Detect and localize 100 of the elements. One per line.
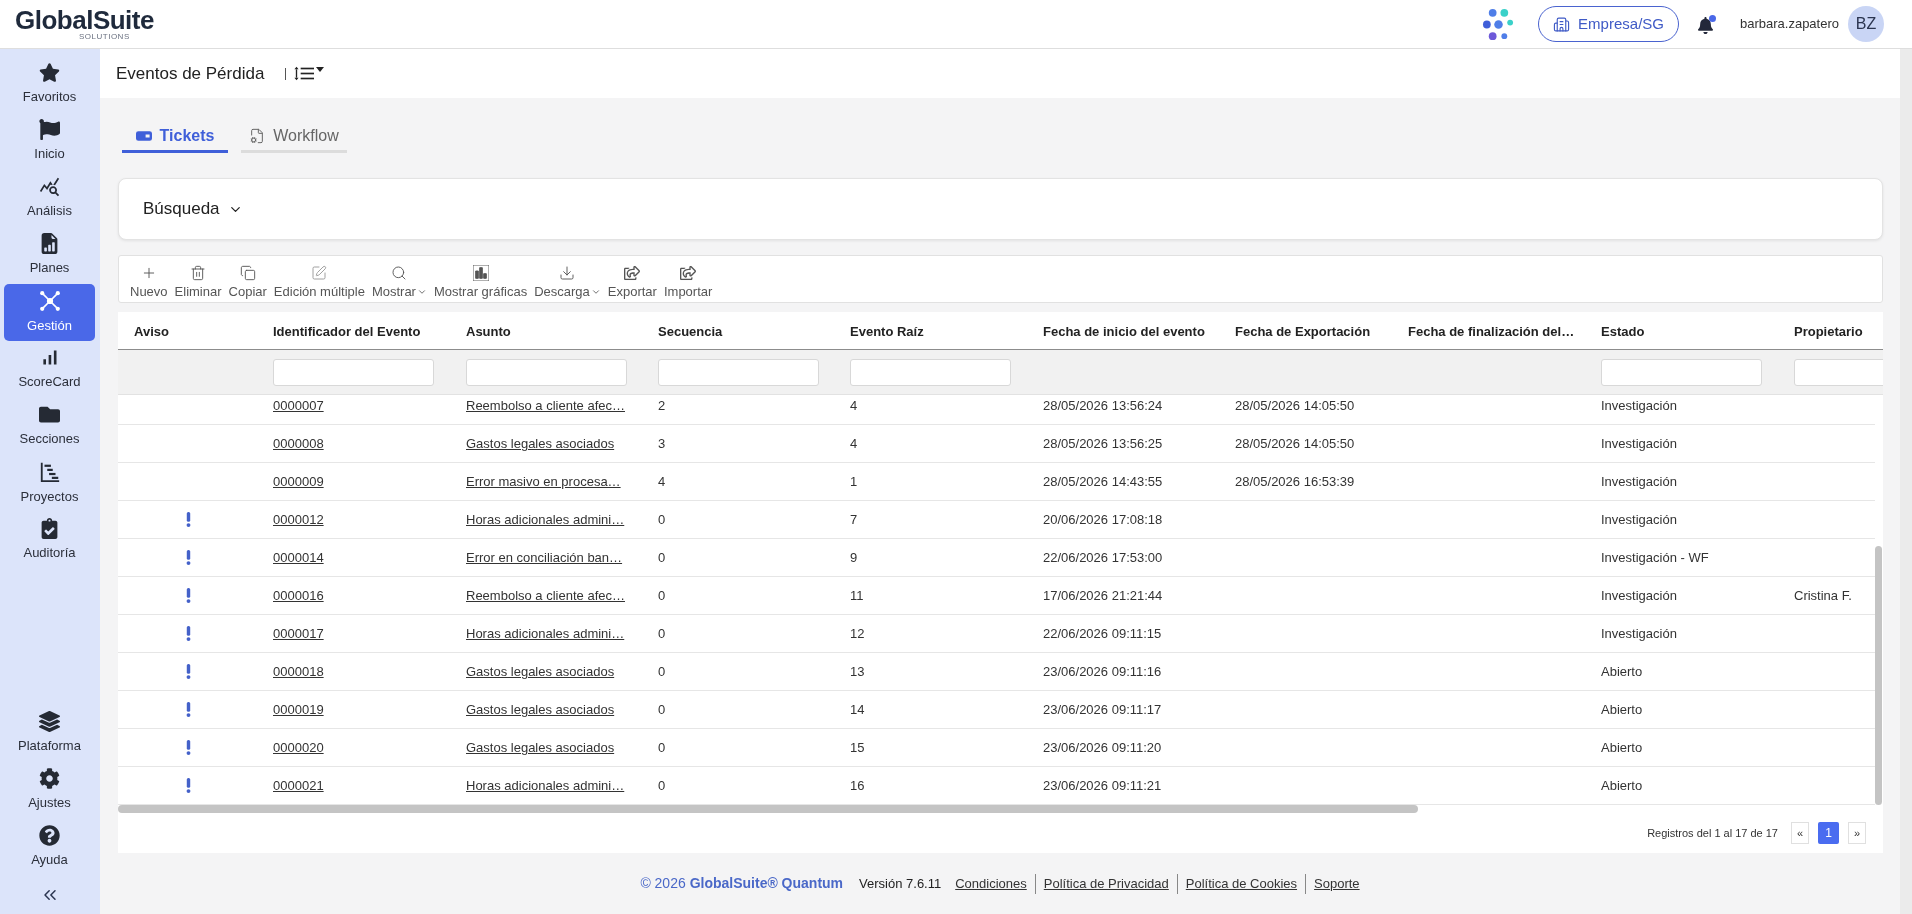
sidebar-item[interactable]: Favoritos xyxy=(4,56,95,113)
column-header[interactable]: Evento Raíz xyxy=(850,323,924,339)
table-cell-text: 4 xyxy=(850,396,858,415)
toolbar-button[interactable]: Descarga xyxy=(534,265,601,298)
toolbar-button[interactable]: Nuevo xyxy=(130,265,168,298)
list-view-button[interactable] xyxy=(294,66,325,81)
user-avatar[interactable]: BZ xyxy=(1848,6,1884,42)
event-id-link[interactable]: 0000016 xyxy=(273,585,324,606)
subject-link[interactable]: Gastos legales asociados xyxy=(466,737,615,758)
table-cell-text: 14 xyxy=(850,700,865,719)
footer-link[interactable]: Política de Privacidad xyxy=(1043,873,1169,894)
subject-link[interactable]: Gastos legales asociados xyxy=(466,433,615,454)
sidebar-item[interactable]: Proyectos xyxy=(4,455,95,512)
event-id-link[interactable]: 0000009 xyxy=(273,471,324,492)
subject-link[interactable]: Reembolso a cliente afec… xyxy=(466,585,625,606)
toolbar-button[interactable]: Exportar xyxy=(607,265,657,298)
footer-link[interactable]: Condiciones xyxy=(955,873,1027,894)
column-header[interactable]: Aviso xyxy=(134,323,169,339)
table-cell-text: Investigación xyxy=(1601,510,1677,529)
subject-link[interactable]: Reembolso a cliente afec… xyxy=(466,395,625,416)
event-id-link[interactable]: 0000020 xyxy=(273,737,324,758)
event-id-link[interactable]: 0000014 xyxy=(273,547,324,568)
table-cell-text: 28/05/2026 13:56:25 xyxy=(1043,434,1163,453)
event-id-link[interactable]: 0000019 xyxy=(273,699,324,720)
sidebar-item[interactable]: Inicio xyxy=(4,113,95,170)
sidebar-item[interactable]: Ayuda xyxy=(4,819,95,876)
column-header[interactable]: Secuencia xyxy=(658,323,723,339)
trash-icon xyxy=(190,265,207,281)
sidebar-item[interactable]: Análisis xyxy=(4,170,95,227)
event-id-link[interactable]: 0000012 xyxy=(273,509,324,530)
settings-icon xyxy=(39,768,60,790)
sidebar-item[interactable]: ScoreCard xyxy=(4,341,95,398)
star-icon xyxy=(39,62,60,84)
page-scrollbar[interactable] xyxy=(1900,49,1912,914)
subject-link[interactable]: Horas adicionales admini… xyxy=(466,509,625,530)
bell-icon[interactable] xyxy=(1697,14,1716,34)
document-chart-icon xyxy=(39,233,60,255)
event-id-link[interactable]: 0000007 xyxy=(273,395,324,416)
table-cell-text: Cristina F. xyxy=(1794,586,1852,605)
previous-page-button[interactable]: « xyxy=(1791,822,1809,844)
sidebar-item[interactable]: Planes xyxy=(4,227,95,284)
table-cell-text: 0 xyxy=(658,624,666,643)
table-cell-text: 7 xyxy=(850,510,858,529)
app-launcher-icon[interactable] xyxy=(1482,7,1516,41)
subject-link[interactable]: Gastos legales asociados xyxy=(466,661,615,682)
table-cell-text: 23/06/2026 09:11:20 xyxy=(1043,738,1162,757)
tab[interactable]: Tickets xyxy=(122,122,228,153)
column-header[interactable]: Identificador del Evento xyxy=(273,323,421,339)
column-header[interactable]: Fecha de Exportación xyxy=(1235,323,1371,339)
filter-input[interactable] xyxy=(273,358,434,386)
toolbar-button[interactable]: Edición múltiple xyxy=(273,265,365,298)
filter-input[interactable] xyxy=(850,358,1011,386)
sidebar-item[interactable]: Plataforma xyxy=(4,705,95,762)
search-toggle[interactable]: Búsqueda xyxy=(143,196,243,222)
column-header[interactable]: Estado xyxy=(1601,323,1645,339)
event-id-link[interactable]: 0000017 xyxy=(273,623,324,644)
table-cell-text: 15 xyxy=(850,738,865,757)
vertical-scrollbar[interactable] xyxy=(1875,546,1882,805)
footer-link[interactable]: Política de Cookies xyxy=(1185,873,1298,894)
filter-input[interactable] xyxy=(658,358,819,386)
sidebar-item[interactable]: Auditoría xyxy=(4,512,95,569)
table-cell-text: 0 xyxy=(658,700,666,719)
table-cell-text: 4 xyxy=(850,434,858,453)
subject-link[interactable]: Error masivo en procesa… xyxy=(466,471,621,492)
column-header[interactable]: Asunto xyxy=(466,323,511,339)
document-gear-icon xyxy=(249,128,266,144)
subject-link[interactable]: Horas adicionales admini… xyxy=(466,775,625,796)
sidebar-item[interactable]: Gestión xyxy=(4,284,95,341)
toolbar-button[interactable]: Mostrar xyxy=(371,265,427,298)
subject-link[interactable]: Error en conciliación ban… xyxy=(466,547,623,568)
clipboard-check-icon xyxy=(39,518,60,540)
column-header[interactable]: Fecha de finalización del… xyxy=(1408,323,1575,339)
horizontal-scrollbar[interactable] xyxy=(118,805,1418,813)
sidebar-item[interactable]: Secciones xyxy=(4,398,95,455)
next-page-button[interactable]: » xyxy=(1848,822,1866,844)
subject-link[interactable]: Gastos legales asociados xyxy=(466,699,615,720)
page-button[interactable]: 1 xyxy=(1818,822,1839,844)
toolbar-button[interactable]: Mostrar gráficas xyxy=(433,265,528,298)
table-cell-text: Abierto xyxy=(1601,662,1643,681)
filter-input[interactable] xyxy=(1601,358,1762,386)
table-cell-text: 20/06/2026 17:08:18 xyxy=(1043,510,1163,529)
user-name: barbara.zapatero xyxy=(1740,15,1839,34)
sidebar-item[interactable]: Ajustes xyxy=(4,762,95,819)
table-cell-text: 22/06/2026 17:53:00 xyxy=(1043,548,1163,567)
table-cell-text: Abierto xyxy=(1601,700,1643,719)
event-id-link[interactable]: 0000021 xyxy=(273,775,324,796)
column-header[interactable]: Fecha de inicio del evento xyxy=(1043,323,1205,339)
toolbar-button[interactable]: Eliminar xyxy=(174,265,222,298)
column-header[interactable]: Propietario xyxy=(1794,323,1863,339)
event-id-link[interactable]: 0000018 xyxy=(273,661,324,682)
subject-link[interactable]: Horas adicionales admini… xyxy=(466,623,625,644)
filter-input[interactable] xyxy=(466,358,627,386)
table-cell-text: 2 xyxy=(658,396,666,415)
toolbar-button[interactable]: Importar xyxy=(663,265,713,298)
table-cell-text: Investigación xyxy=(1601,472,1677,491)
copyright-text: © 2026 GlobalSuite® Quantum xyxy=(640,874,844,893)
toolbar-button[interactable]: Copiar xyxy=(228,265,267,298)
tab[interactable]: Workflow xyxy=(241,122,347,153)
footer-link[interactable]: Soporte xyxy=(1314,873,1360,894)
event-id-link[interactable]: 0000008 xyxy=(273,433,324,454)
